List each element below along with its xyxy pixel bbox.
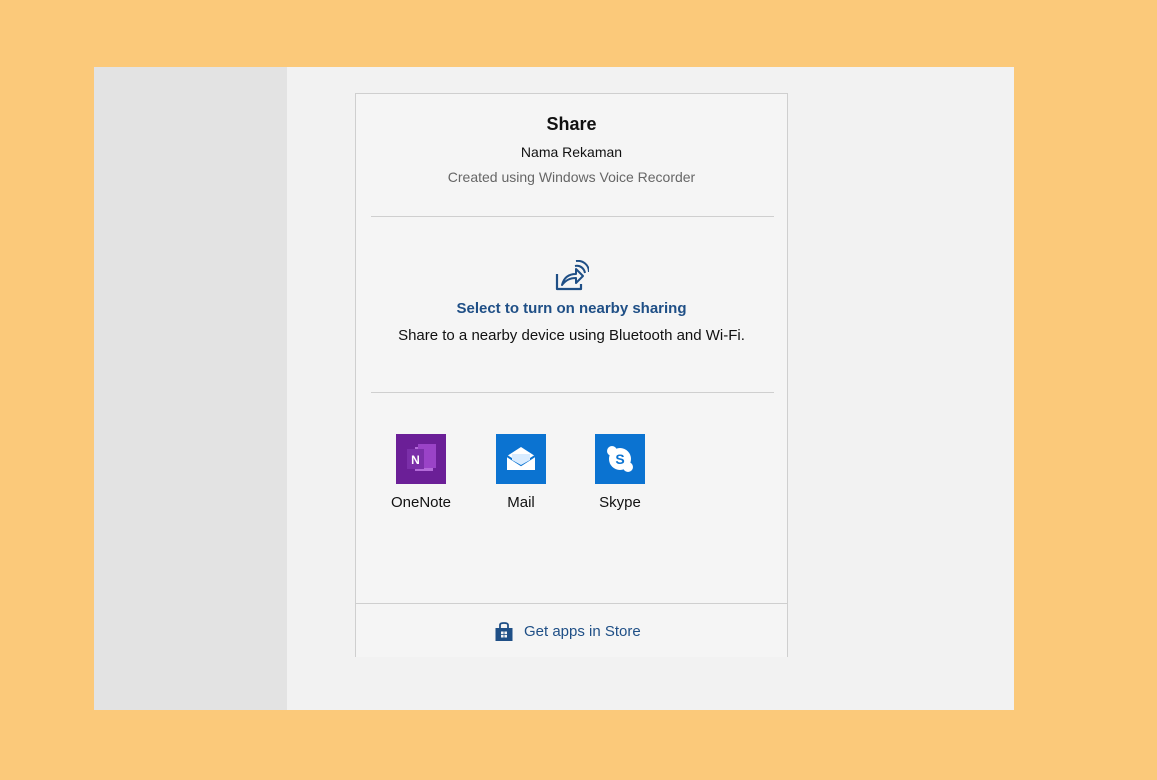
nearby-sharing-icon [555, 260, 589, 291]
onenote-icon: N [396, 434, 446, 484]
onenote-share-target[interactable]: N OneNote [376, 434, 466, 514]
svg-text:S: S [615, 451, 624, 467]
app-window: Share Nama Rekaman Created using Windows… [94, 67, 1014, 710]
skype-share-target[interactable]: S Skype [575, 434, 665, 514]
divider [371, 392, 774, 393]
nearby-sharing-title: Select to turn on nearby sharing [456, 300, 687, 317]
store-link-label: Get apps in Store [524, 623, 641, 640]
sidebar [94, 67, 287, 710]
store-footer: Get apps in Store [356, 603, 787, 658]
onenote-label: OneNote [390, 494, 452, 511]
divider [371, 216, 774, 217]
share-dialog: Share Nama Rekaman Created using Windows… [355, 93, 788, 657]
shared-item-description: Created using Windows Voice Recorder [447, 169, 696, 185]
shared-item-name: Nama Rekaman [520, 144, 623, 160]
nearby-sharing-toggle[interactable]: Select to turn on nearby sharing Share t… [356, 254, 787, 374]
skype-label: Skype [599, 494, 641, 511]
share-title: Share [546, 114, 597, 134]
nearby-sharing-description: Share to a nearby device using Bluetooth… [398, 327, 745, 344]
skype-icon: S [595, 434, 645, 484]
share-target-apps: N OneNote Mail S Skype [356, 434, 787, 524]
mail-share-target[interactable]: Mail [476, 434, 566, 514]
mail-label: Mail [507, 494, 535, 511]
svg-text:N: N [411, 453, 420, 467]
store-icon [495, 622, 513, 641]
mail-icon [496, 434, 546, 484]
